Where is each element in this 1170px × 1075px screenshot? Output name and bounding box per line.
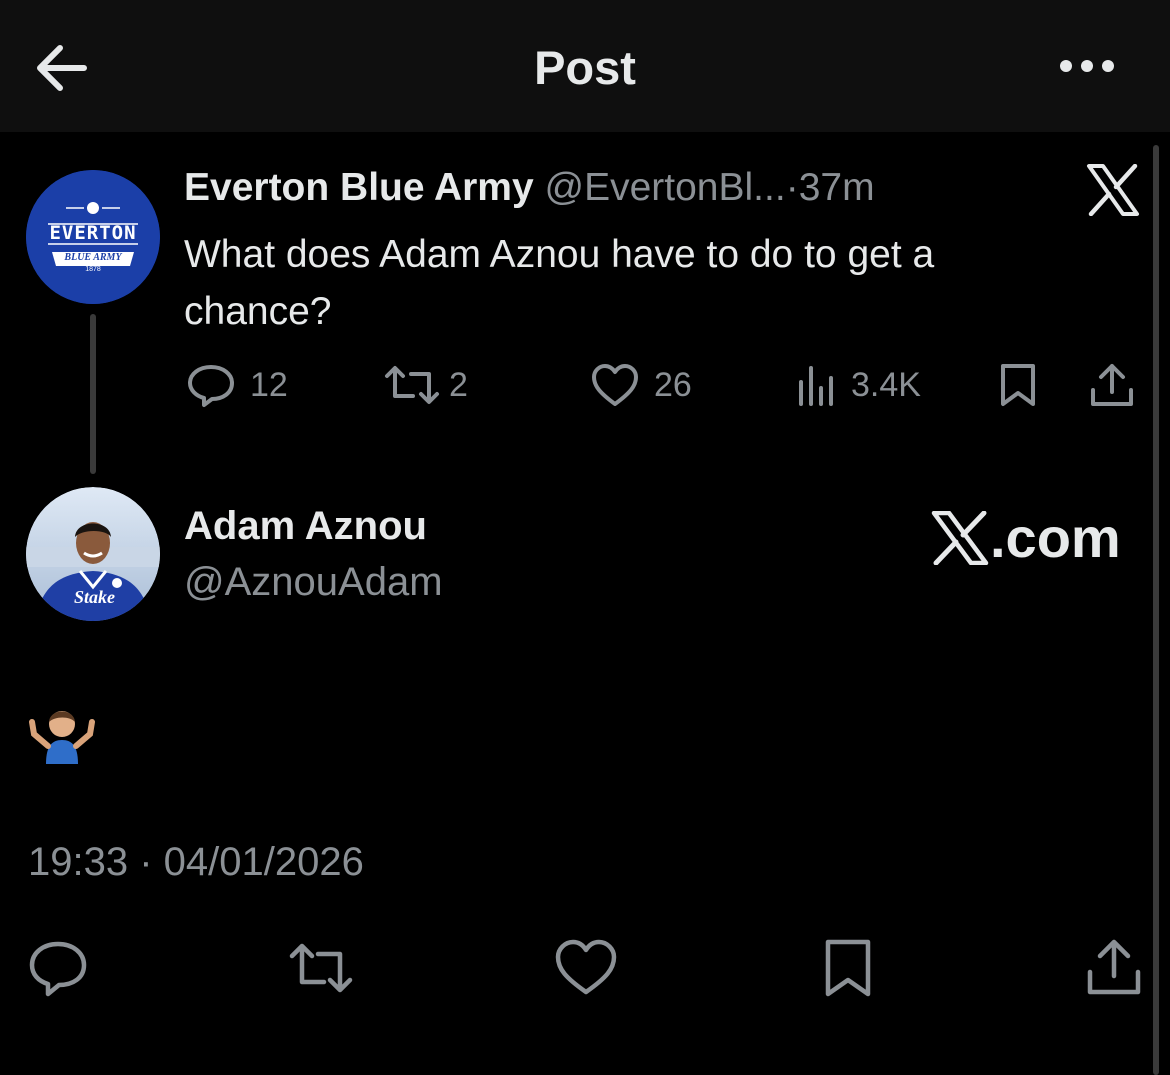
top-bar: Post (0, 0, 1170, 132)
more-button[interactable] (1052, 44, 1122, 88)
shirt-sponsor-text: Stake (74, 587, 116, 607)
views-button[interactable]: 3.4K (795, 362, 921, 408)
like-count: 26 (654, 365, 692, 404)
avatar-line1: EVERTON (49, 222, 137, 244)
reply-button[interactable]: 12 (186, 362, 288, 408)
reply-count: 12 (250, 365, 288, 404)
post-timestamp[interactable]: 19:33 · 04/01/2026 (28, 840, 364, 885)
quoted-tweet-header: Everton Blue Army @EvertonBl...·37m (184, 166, 875, 210)
views-count: 3.4K (851, 365, 921, 404)
separator-dot: · (785, 166, 799, 209)
bookmark-button[interactable] (998, 362, 1038, 408)
x-logo-icon (931, 510, 989, 565)
avatar-adam-aznou[interactable]: Stake (26, 487, 160, 621)
heart-icon (555, 939, 617, 995)
bottom-repost-button[interactable] (286, 936, 353, 1000)
bottom-reply-button[interactable] (26, 936, 90, 1000)
x-com-text: .com (990, 506, 1121, 569)
reply-author-name[interactable]: Adam Aznou (184, 504, 427, 549)
bookmark-icon (1001, 364, 1035, 406)
reply-icon (188, 365, 234, 407)
page-title: Post (534, 41, 636, 94)
x-com-watermark: .com (930, 505, 1121, 570)
repost-count: 2 (449, 365, 468, 404)
more-horizontal-icon (1060, 60, 1114, 72)
repost-button[interactable]: 2 (383, 362, 468, 408)
share-icon (1091, 364, 1133, 406)
reply-author-handle[interactable]: @AznouAdam (184, 560, 443, 605)
x-logo-icon (1085, 163, 1141, 217)
bottom-bookmark-button[interactable] (820, 936, 884, 1000)
person-shrugging-emoji (28, 700, 96, 764)
quoted-tweet-text: What does Adam Aznou have to do to get a… (184, 233, 935, 333)
repost-icon (385, 366, 439, 404)
reply-icon (29, 941, 87, 997)
repost-icon (289, 943, 353, 993)
author-handle[interactable]: @EvertonBl... (545, 166, 786, 209)
avatar-everton-blue-army[interactable]: 1878 EVERTON BLUE ARMY (26, 170, 160, 304)
bookmark-icon (825, 939, 871, 997)
bottom-like-button[interactable] (554, 936, 618, 1000)
heart-icon (592, 364, 638, 406)
scrollbar[interactable] (1153, 145, 1159, 1075)
bottom-share-button[interactable] (1084, 936, 1148, 1000)
share-icon (1087, 939, 1141, 995)
svg-text:1878: 1878 (85, 266, 101, 273)
views-chart-icon (799, 366, 833, 406)
thread-connector-line (90, 314, 96, 474)
avatar-line2: BLUE ARMY (64, 252, 122, 263)
author-name[interactable]: Everton Blue Army (184, 166, 534, 209)
like-button[interactable]: 26 (590, 362, 692, 408)
share-button[interactable] (1088, 362, 1136, 408)
post-time[interactable]: 37m (799, 166, 875, 209)
